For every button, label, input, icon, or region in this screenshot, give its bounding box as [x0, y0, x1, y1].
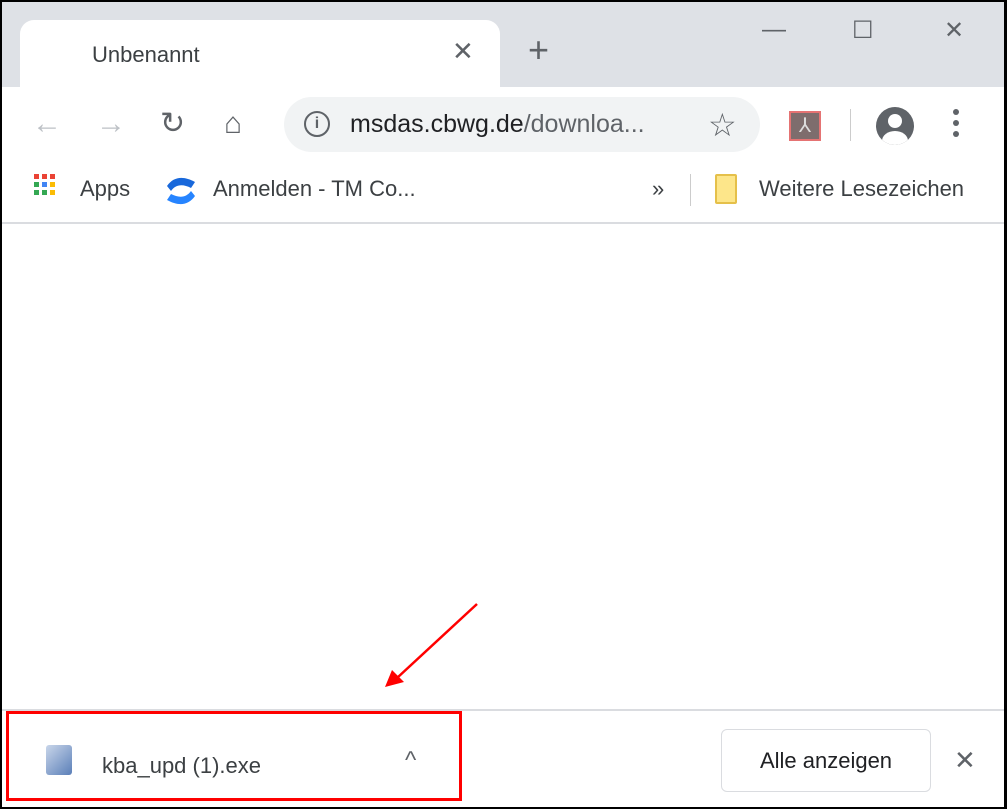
close-shelf-icon[interactable]: ✕ — [954, 745, 976, 776]
show-all-button[interactable]: Alle anzeigen — [721, 729, 931, 792]
browser-window: Unbenannt ✕ + — ☐ ✕ ← → ↻ ⌂ i msdas.cbwg… — [2, 2, 1004, 807]
annotation-arrow — [385, 603, 478, 687]
annotation-highlight-box — [6, 711, 462, 801]
